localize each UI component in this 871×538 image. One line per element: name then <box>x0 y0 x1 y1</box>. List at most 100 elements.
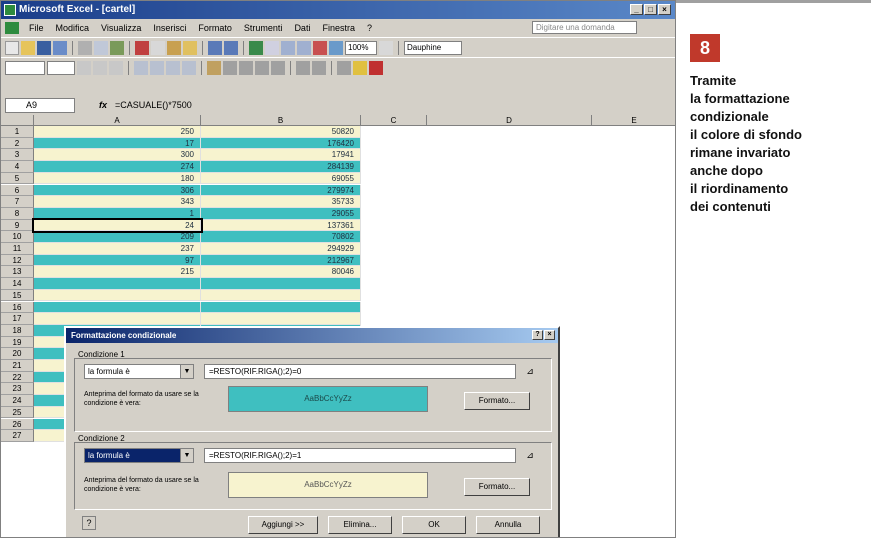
add-condition-button[interactable]: Aggiungi >> <box>248 516 318 534</box>
cell-a[interactable]: 274 <box>34 161 201 173</box>
help-question-icon[interactable]: ? <box>82 516 96 530</box>
delete-condition-button[interactable]: Elimina... <box>328 516 392 534</box>
column-header-a[interactable]: A <box>34 115 201 126</box>
cell-b[interactable]: 279974 <box>201 184 361 197</box>
paste-icon[interactable] <box>167 40 181 55</box>
undo-icon[interactable] <box>208 40 222 55</box>
cell-a[interactable]: 1 <box>34 207 201 220</box>
row-header[interactable]: 18 <box>1 324 34 337</box>
fx-icon[interactable]: fx <box>99 100 107 110</box>
underline-icon[interactable] <box>109 60 123 75</box>
hyperlink-icon[interactable] <box>249 40 263 55</box>
save-disk-icon[interactable] <box>37 40 51 55</box>
cell-a[interactable]: 215 <box>34 266 201 279</box>
row-header[interactable]: 21 <box>1 360 34 372</box>
menu-inserisci[interactable]: Inserisci <box>147 23 192 33</box>
cell-b[interactable]: 70802 <box>201 231 361 243</box>
menu-strumenti[interactable]: Strumenti <box>238 23 289 33</box>
cell-a[interactable] <box>34 289 201 302</box>
row-header[interactable]: 11 <box>1 243 34 255</box>
close-button[interactable]: × <box>658 4 671 15</box>
cell-b[interactable] <box>201 313 361 325</box>
active-cell[interactable]: 24 <box>32 217 203 234</box>
row-header[interactable]: 22 <box>1 371 34 384</box>
spelling-icon[interactable] <box>110 40 124 55</box>
new-file-icon[interactable] <box>5 40 19 55</box>
merge-center-icon[interactable] <box>182 60 196 75</box>
align-right-icon[interactable] <box>166 60 180 75</box>
row-header[interactable]: 23 <box>1 383 34 396</box>
cell-a[interactable]: 343 <box>34 196 201 208</box>
open-folder-icon[interactable] <box>21 40 35 55</box>
cell-a[interactable]: 306 <box>34 184 201 197</box>
decrease-indent-icon[interactable] <box>296 60 310 75</box>
decrease-decimal-icon[interactable] <box>271 60 285 75</box>
cell-a[interactable]: 237 <box>34 243 201 255</box>
drawing-icon[interactable] <box>329 40 343 55</box>
cancel-button[interactable]: Annulla <box>476 516 540 534</box>
cell-a[interactable]: 209 <box>34 231 201 243</box>
menu-finestra[interactable]: Finestra <box>316 23 361 33</box>
column-header-d[interactable]: D <box>427 115 592 126</box>
help-icon[interactable] <box>379 40 393 55</box>
cell-b[interactable]: 80046 <box>201 266 361 279</box>
copy-icon[interactable] <box>151 40 165 55</box>
row-header[interactable]: 3 <box>1 149 34 162</box>
align-center-icon[interactable] <box>150 60 164 75</box>
dialog-help-button[interactable]: ? <box>532 330 543 340</box>
minimize-button[interactable]: _ <box>630 4 643 15</box>
menu-visualizza[interactable]: Visualizza <box>95 23 147 33</box>
cell-b[interactable]: 50820 <box>201 126 361 138</box>
condition-2-format-button[interactable]: Formato... <box>464 478 530 496</box>
cell-b[interactable] <box>201 301 361 314</box>
select-all-corner[interactable] <box>1 115 34 126</box>
cell-b[interactable]: 137361 <box>201 219 361 232</box>
cell-b[interactable] <box>201 278 361 290</box>
cell-a[interactable]: 97 <box>34 254 201 267</box>
thousands-icon[interactable] <box>239 60 253 75</box>
row-header[interactable]: 25 <box>1 406 34 419</box>
condition-1-format-button[interactable]: Formato... <box>464 392 530 410</box>
percent-icon[interactable] <box>223 60 237 75</box>
chevron-down-icon[interactable]: ▼ <box>180 365 193 378</box>
menu-help[interactable]: ? <box>361 23 378 33</box>
condition-1-formula-input[interactable]: =RESTO(RIF.RIGA();2)=0 <box>204 364 516 379</box>
row-header[interactable]: 5 <box>1 172 34 185</box>
cell-a[interactable] <box>34 278 201 290</box>
print-preview-icon[interactable] <box>94 40 108 55</box>
menu-dati[interactable]: Dati <box>288 23 316 33</box>
print-icon[interactable] <box>78 40 92 55</box>
bold-icon[interactable] <box>77 60 91 75</box>
format-painter-icon[interactable] <box>183 40 197 55</box>
fill-color-icon[interactable] <box>353 60 367 75</box>
cell-a[interactable]: 300 <box>34 149 201 162</box>
row-header[interactable]: 12 <box>1 254 34 267</box>
align-left-icon[interactable] <box>134 60 148 75</box>
range-select-icon[interactable]: ⊿ <box>522 364 538 379</box>
row-header[interactable]: 15 <box>1 289 34 302</box>
cell-b[interactable]: 294929 <box>201 243 361 255</box>
email-icon[interactable] <box>53 40 67 55</box>
cell-a[interactable] <box>34 301 201 314</box>
condition-2-formula-input[interactable]: =RESTO(RIF.RIGA();2)=1 <box>204 448 516 463</box>
cell-a[interactable]: 180 <box>34 172 201 185</box>
row-header[interactable]: 17 <box>1 313 34 325</box>
row-header[interactable]: 20 <box>1 348 34 360</box>
zoom-select[interactable]: 100% <box>345 40 377 55</box>
cell-b[interactable]: 29055 <box>201 207 361 220</box>
cell-b[interactable]: 17941 <box>201 149 361 162</box>
chevron-down-icon[interactable]: ▼ <box>180 449 193 462</box>
sort-ascending-icon[interactable] <box>281 40 295 55</box>
row-header[interactable]: 9 <box>1 219 34 232</box>
restore-button[interactable]: □ <box>644 4 657 15</box>
menu-file[interactable]: File <box>23 23 50 33</box>
increase-decimal-icon[interactable] <box>255 60 269 75</box>
menu-modifica[interactable]: Modifica <box>50 23 96 33</box>
help-question-input[interactable]: Digitare una domanda <box>532 21 637 34</box>
increase-indent-icon[interactable] <box>312 60 326 75</box>
sort-descending-icon[interactable] <box>297 40 311 55</box>
row-header[interactable]: 13 <box>1 266 34 279</box>
formula-input[interactable]: =CASUALE()*7500 <box>115 100 192 110</box>
cell-b[interactable]: 284139 <box>201 161 361 173</box>
name-box[interactable]: A9 <box>5 97 75 113</box>
